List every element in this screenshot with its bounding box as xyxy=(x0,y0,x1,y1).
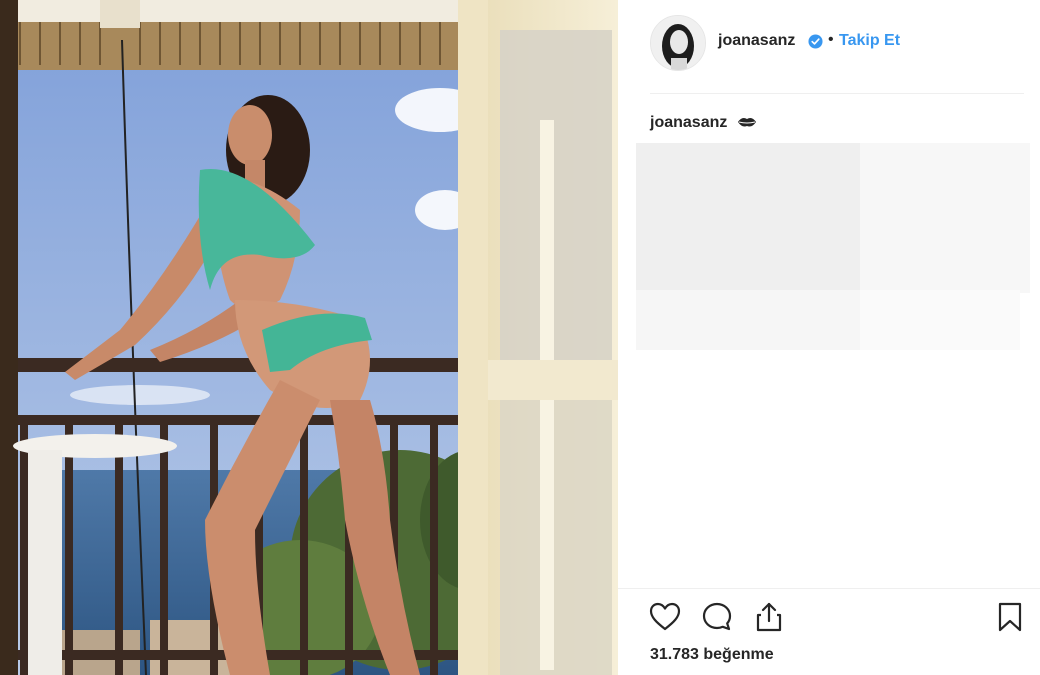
post-photo-image xyxy=(0,0,618,675)
comment-icon[interactable] xyxy=(700,600,734,634)
username-link[interactable]: joanasanz xyxy=(718,32,795,50)
post-actions-bar xyxy=(618,596,1040,640)
heart-icon[interactable] xyxy=(648,600,682,634)
post-header: joanasanz • Takip Et xyxy=(618,0,1040,90)
blurred-comments-area-3 xyxy=(636,290,860,350)
post-photo[interactable] xyxy=(0,0,618,675)
likes-count[interactable]: 31.783 beğenme xyxy=(650,646,774,664)
blurred-comments-area-2 xyxy=(860,143,1030,293)
share-icon[interactable] xyxy=(752,600,786,634)
post-side-panel: joanasanz • Takip Et joanasanz 31.783 be… xyxy=(618,0,1040,675)
header-divider xyxy=(650,93,1024,94)
actions-divider xyxy=(618,588,1040,589)
blurred-comments-area xyxy=(636,143,860,293)
verified-badge-icon xyxy=(808,34,823,49)
follow-button[interactable]: Takip Et xyxy=(839,32,900,50)
avatar-image xyxy=(651,16,705,70)
blurred-comments-area-4 xyxy=(860,290,1020,350)
avatar[interactable] xyxy=(650,15,706,71)
kiss-lips-icon xyxy=(738,118,756,127)
caption-username-link[interactable]: joanasanz xyxy=(650,114,727,132)
header-separator: • xyxy=(828,31,834,48)
bookmark-icon[interactable] xyxy=(993,600,1027,634)
